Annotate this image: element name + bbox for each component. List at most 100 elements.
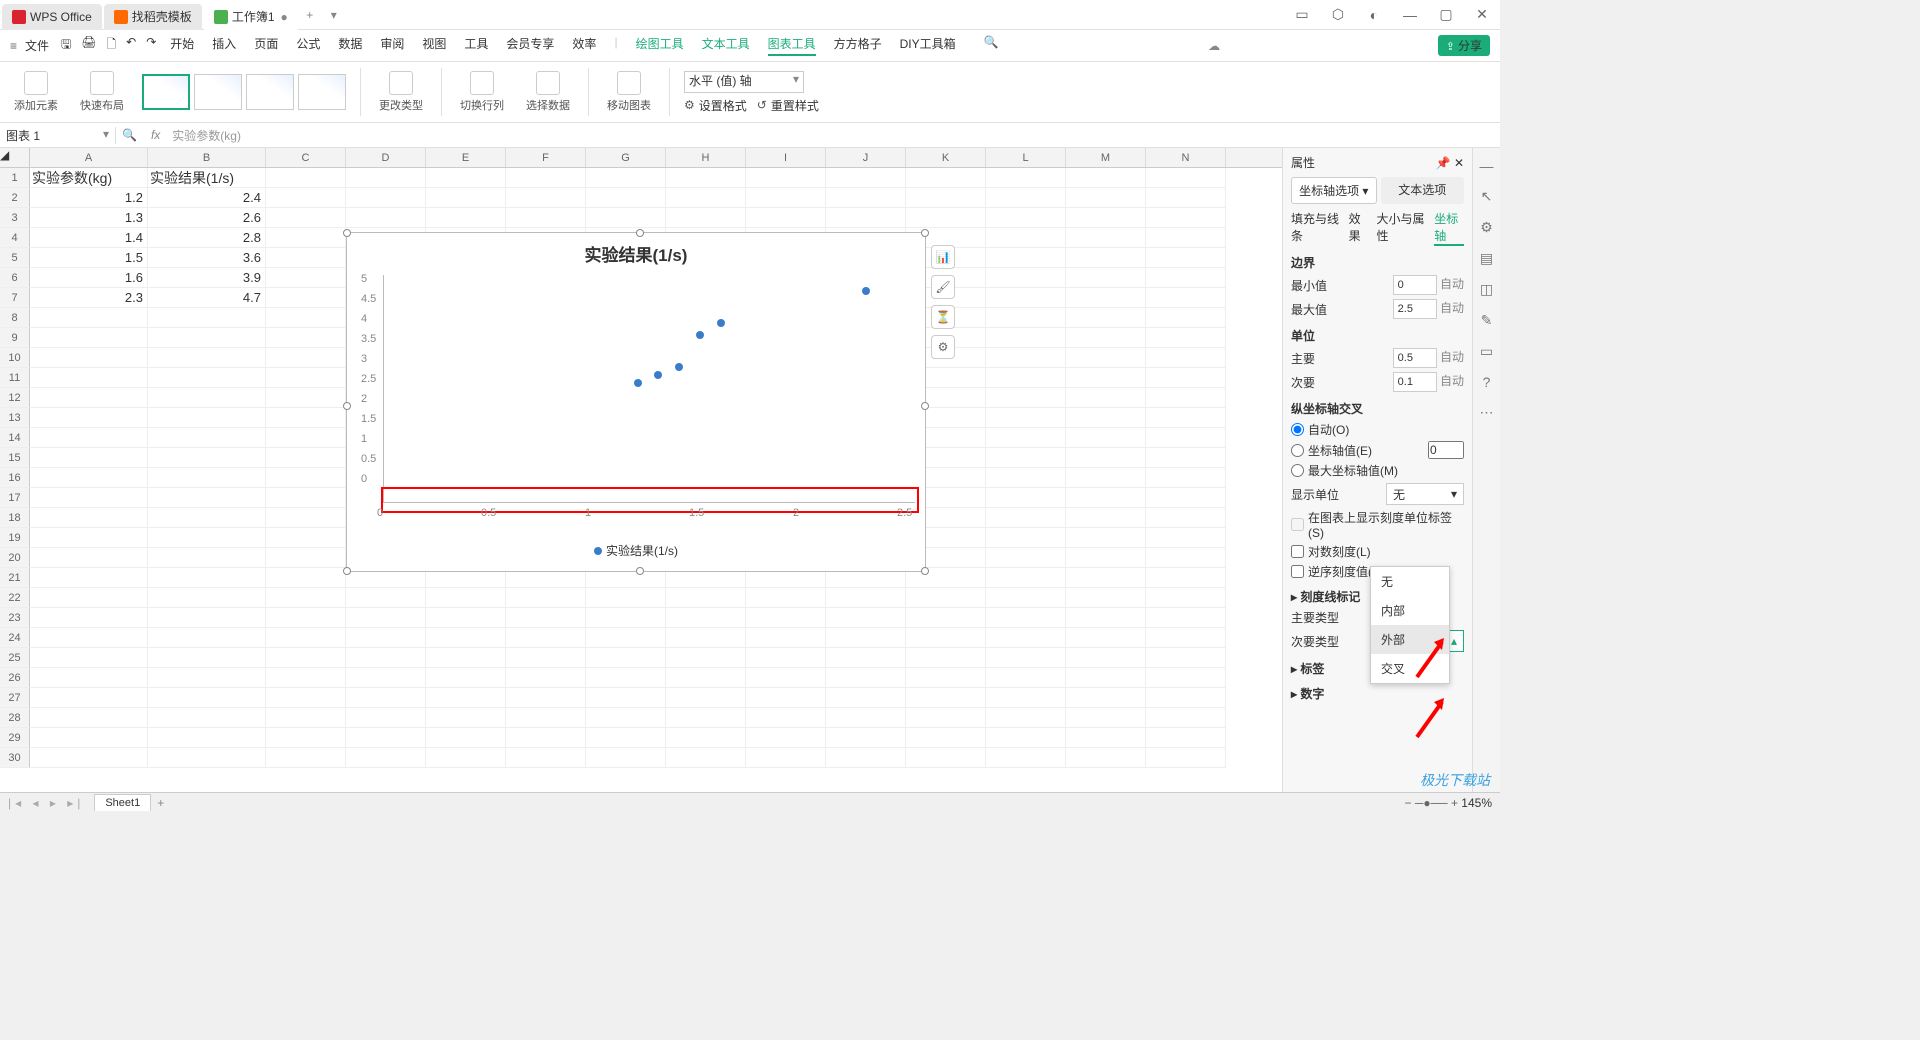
row-header[interactable]: 10 <box>0 348 30 368</box>
row-header[interactable]: 18 <box>0 508 30 528</box>
layers-icon[interactable]: ▤ <box>1480 250 1493 267</box>
cell[interactable] <box>148 728 266 748</box>
chart-element-select[interactable]: 水平 (值) 轴 ▾ <box>684 71 804 93</box>
col-J[interactable]: J <box>826 148 906 167</box>
avatar-icon[interactable]: ◐ <box>1356 7 1392 23</box>
radio-max[interactable]: 最大坐标轴值(M) <box>1291 462 1464 479</box>
cell[interactable] <box>666 728 746 748</box>
cell[interactable] <box>826 628 906 648</box>
cell[interactable] <box>1066 568 1146 588</box>
chart-settings-icon[interactable]: ⚙ <box>931 335 955 359</box>
cell[interactable] <box>266 248 346 268</box>
settings-icon[interactable]: ⚙ <box>1480 219 1493 236</box>
row-header[interactable]: 4 <box>0 228 30 248</box>
cell[interactable] <box>148 468 266 488</box>
cell[interactable] <box>148 328 266 348</box>
cell[interactable] <box>986 248 1066 268</box>
cell[interactable] <box>586 588 666 608</box>
cell[interactable] <box>986 628 1066 648</box>
cell[interactable] <box>1146 608 1226 628</box>
cell[interactable]: 3.6 <box>148 248 266 268</box>
cell[interactable] <box>148 688 266 708</box>
cell[interactable] <box>986 288 1066 308</box>
radio-auto[interactable]: 自动(O) <box>1291 421 1464 438</box>
cube-icon[interactable]: ⬡ <box>1320 6 1356 23</box>
cell[interactable] <box>1066 588 1146 608</box>
cell[interactable] <box>346 588 426 608</box>
cell[interactable] <box>148 388 266 408</box>
cell[interactable] <box>1066 668 1146 688</box>
cell[interactable] <box>906 188 986 208</box>
cell[interactable] <box>506 648 586 668</box>
cell[interactable] <box>666 748 746 768</box>
cell[interactable] <box>1066 608 1146 628</box>
cell[interactable] <box>346 608 426 628</box>
cell[interactable] <box>30 528 148 548</box>
cell[interactable] <box>906 608 986 628</box>
dropdown-option-inside[interactable]: 内部 <box>1371 596 1449 625</box>
undo-icon[interactable]: ↶ <box>126 35 136 56</box>
cell[interactable] <box>986 528 1066 548</box>
cell[interactable] <box>986 488 1066 508</box>
cell[interactable] <box>266 428 346 448</box>
cell[interactable] <box>148 408 266 428</box>
tab-review[interactable]: 审阅 <box>380 35 404 56</box>
sub-size[interactable]: 大小与属性 <box>1377 210 1427 246</box>
cell[interactable] <box>986 648 1066 668</box>
cell[interactable] <box>346 748 426 768</box>
cell[interactable] <box>266 328 346 348</box>
cell[interactable] <box>826 648 906 668</box>
cell[interactable] <box>906 628 986 648</box>
row-header[interactable]: 2 <box>0 188 30 208</box>
cell[interactable] <box>426 588 506 608</box>
cell[interactable] <box>148 568 266 588</box>
cell[interactable] <box>586 648 666 668</box>
cell[interactable] <box>1146 668 1226 688</box>
cell[interactable] <box>826 608 906 628</box>
col-C[interactable]: C <box>266 148 346 167</box>
cell[interactable] <box>826 688 906 708</box>
max-input[interactable] <box>1393 299 1437 319</box>
sheet-nav[interactable]: |◂ ◂ ▸ ▸| <box>8 796 84 810</box>
cell[interactable] <box>1146 748 1226 768</box>
redo-icon[interactable]: ↷ <box>146 35 156 56</box>
app-box-icon[interactable]: ▭ <box>1284 6 1320 23</box>
style-thumb[interactable] <box>298 74 346 110</box>
cell[interactable] <box>586 188 666 208</box>
cell[interactable] <box>148 708 266 728</box>
cell[interactable] <box>1066 248 1146 268</box>
select-data-button[interactable]: 选择数据 <box>522 71 574 113</box>
cell[interactable] <box>986 608 1066 628</box>
cell[interactable] <box>426 728 506 748</box>
cell[interactable] <box>826 708 906 728</box>
tab-vip[interactable]: 会员专享 <box>506 35 554 56</box>
cell[interactable] <box>30 708 148 728</box>
cell[interactable] <box>266 648 346 668</box>
cell[interactable] <box>826 168 906 188</box>
tab-insert[interactable]: 插入 <box>212 35 236 56</box>
cell[interactable] <box>666 668 746 688</box>
row-header[interactable]: 7 <box>0 288 30 308</box>
cell[interactable] <box>266 408 346 428</box>
cell[interactable] <box>666 208 746 228</box>
cell[interactable] <box>666 688 746 708</box>
cell[interactable] <box>266 288 346 308</box>
tab-list-button[interactable]: ▾ <box>322 8 346 22</box>
cell[interactable] <box>1066 188 1146 208</box>
cell[interactable] <box>1066 688 1146 708</box>
row-header[interactable]: 30 <box>0 748 30 768</box>
chart-elements-icon[interactable]: 📊 <box>931 245 955 269</box>
cell[interactable] <box>148 608 266 628</box>
chart-object[interactable]: 实验结果(1/s) 实验结果(1/s) 📊 🖌 ⏳ ⚙ 00.511.522.5… <box>346 232 926 572</box>
cell[interactable] <box>506 588 586 608</box>
cell[interactable]: 3.9 <box>148 268 266 288</box>
col-A[interactable]: A <box>30 148 148 167</box>
cell[interactable] <box>30 608 148 628</box>
cell[interactable] <box>426 168 506 188</box>
cell[interactable] <box>986 388 1066 408</box>
cell[interactable] <box>266 748 346 768</box>
cell[interactable] <box>506 728 586 748</box>
fx-expand-icon[interactable]: 🔍 <box>116 128 143 142</box>
cell[interactable] <box>586 668 666 688</box>
cell[interactable] <box>30 308 148 328</box>
